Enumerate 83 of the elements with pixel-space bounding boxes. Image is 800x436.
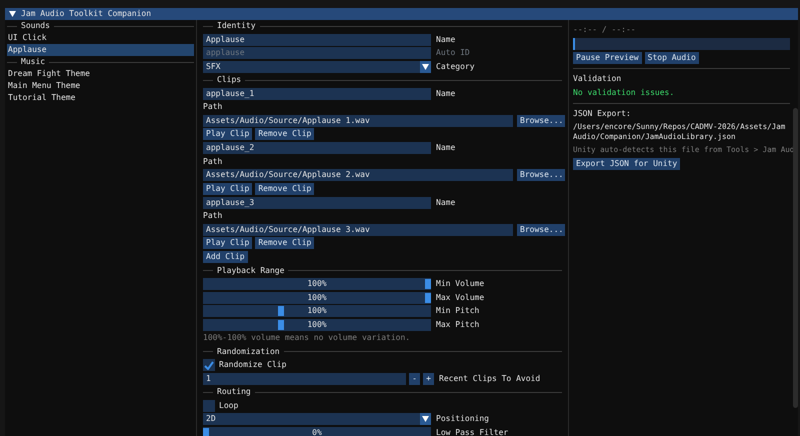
slider[interactable]: 100% bbox=[203, 292, 431, 304]
clip-button[interactable]: Play Clip bbox=[203, 237, 252, 249]
sidebar-item[interactable]: Applause bbox=[7, 44, 194, 56]
field-label: Max Volume bbox=[436, 292, 484, 304]
sidebar-item[interactable]: UI Click bbox=[7, 32, 194, 44]
slider-handle[interactable] bbox=[425, 292, 431, 302]
field-label: Auto ID bbox=[436, 47, 470, 59]
sidebar-item[interactable]: Tutorial Theme bbox=[7, 92, 194, 104]
text-field[interactable]: applause_1 bbox=[203, 88, 431, 100]
clip-button[interactable]: Remove Clip bbox=[255, 237, 314, 249]
checkbox-label: Randomize Clip bbox=[219, 359, 286, 371]
sidebar-item[interactable]: Dream Fight Theme bbox=[7, 68, 194, 80]
field-label: Low Pass Filter bbox=[436, 426, 508, 436]
browse-button[interactable]: Browse... bbox=[517, 224, 565, 236]
field-label: Min Pitch bbox=[436, 305, 480, 317]
scrollbar[interactable] bbox=[793, 108, 798, 408]
slider-value: 100% bbox=[307, 292, 327, 302]
slider[interactable]: 100% bbox=[203, 305, 431, 317]
add-clip-button[interactable]: Add Clip bbox=[203, 251, 248, 263]
clip-button[interactable]: Play Clip bbox=[203, 128, 252, 140]
checkbox[interactable] bbox=[203, 359, 215, 371]
section-header: Playback Range bbox=[217, 264, 284, 276]
field-label: Category bbox=[436, 60, 475, 72]
decrement-button[interactable]: - bbox=[409, 372, 420, 384]
field-label: Max Pitch bbox=[436, 318, 480, 330]
dropdown[interactable]: SFX bbox=[203, 60, 431, 72]
number-field[interactable]: 1 bbox=[203, 372, 406, 384]
text-field[interactable]: applause_2 bbox=[203, 142, 431, 154]
clip-button[interactable]: Remove Clip bbox=[255, 182, 314, 194]
clip-button[interactable]: Play Clip bbox=[203, 182, 252, 194]
section-title: Validation bbox=[573, 73, 622, 85]
field-label: Path bbox=[203, 156, 224, 168]
dropdown-arrow-icon bbox=[422, 64, 429, 70]
collapse-arrow-icon bbox=[9, 11, 16, 17]
slider-value: 100% bbox=[307, 279, 327, 288]
checkbox-label: Loop bbox=[219, 400, 238, 412]
field-label: Name bbox=[436, 34, 456, 46]
window-title: Jam Audio Toolkit Companion bbox=[21, 8, 152, 20]
section-header: Randomization bbox=[217, 346, 280, 358]
export-button[interactable]: Export JSON for Unity bbox=[573, 158, 680, 170]
slider[interactable]: 100% bbox=[203, 278, 431, 290]
path-field[interactable]: Assets/Audio/Source/Applause 1.wav bbox=[203, 114, 513, 126]
dropdown-arrow-icon bbox=[422, 416, 429, 422]
preview-button[interactable]: Stop Audio bbox=[644, 52, 699, 64]
clip-button[interactable]: Remove Clip bbox=[255, 128, 314, 140]
section-header: Identity bbox=[217, 20, 256, 32]
slider-handle[interactable] bbox=[278, 306, 284, 316]
slider-handle[interactable] bbox=[203, 428, 209, 436]
slider[interactable]: 0% bbox=[203, 426, 431, 436]
path-field[interactable]: Assets/Audio/Source/Applause 2.wav bbox=[203, 169, 513, 181]
slider-value: 100% bbox=[307, 306, 327, 315]
text-field[interactable]: Applause bbox=[203, 34, 431, 46]
sidebar-item[interactable]: Main Menu Theme bbox=[7, 80, 194, 92]
field-label: Path bbox=[203, 210, 224, 222]
slider-value: 0% bbox=[312, 428, 322, 436]
status-message: No validation issues. bbox=[573, 87, 676, 99]
checkmark-icon bbox=[204, 360, 214, 370]
increment-button[interactable]: + bbox=[423, 372, 434, 384]
path-field[interactable]: Assets/Audio/Source/Applause 3.wav bbox=[203, 224, 513, 236]
slider[interactable]: 100% bbox=[203, 318, 431, 330]
dropdown[interactable]: 2D bbox=[203, 413, 431, 425]
field-label: Recent Clips To Avoid bbox=[439, 372, 540, 384]
sidebar-section-header: Sounds bbox=[21, 20, 50, 32]
section-header: Routing bbox=[217, 386, 251, 398]
field-label: Positioning bbox=[436, 413, 489, 425]
text-field[interactable]: applause_3 bbox=[203, 196, 431, 208]
slider-handle[interactable] bbox=[425, 279, 431, 289]
field-label: Name bbox=[436, 142, 456, 154]
browse-button[interactable]: Browse... bbox=[517, 169, 565, 181]
browse-button[interactable]: Browse... bbox=[517, 114, 565, 126]
hint-text: 100%-100% volume means no volume variation. bbox=[203, 332, 412, 344]
section-header: Clips bbox=[217, 74, 242, 86]
checkbox[interactable] bbox=[203, 400, 215, 412]
export-label: JSON Export: bbox=[573, 108, 632, 120]
preview-button[interactable]: Pause Preview bbox=[573, 52, 642, 64]
field-label: Path bbox=[203, 101, 224, 113]
field-label: Min Volume bbox=[436, 278, 484, 290]
slider-handle[interactable] bbox=[278, 320, 284, 330]
time-readout: --:-- / --:-- bbox=[573, 24, 637, 36]
field-label: Name bbox=[436, 196, 456, 208]
slider-value: 100% bbox=[307, 320, 327, 328]
sidebar-section-header: Music bbox=[21, 56, 46, 68]
field-label: Name bbox=[436, 88, 456, 100]
